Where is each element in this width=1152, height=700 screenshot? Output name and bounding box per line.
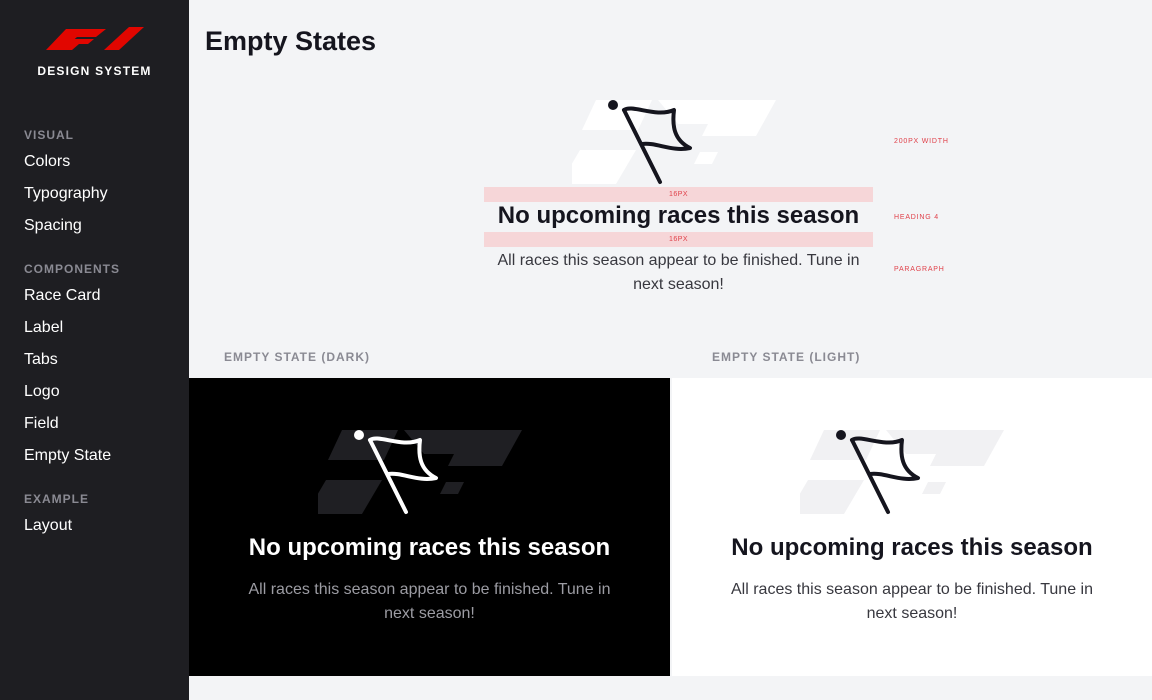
annotation-width: 200PX WIDTH xyxy=(894,138,949,145)
nav-item-spacing[interactable]: Spacing xyxy=(24,216,82,236)
spacing-indicator-bottom: 16PX xyxy=(484,232,873,247)
empty-state-paragraph: All races this season appear to be finis… xyxy=(731,581,1093,622)
spec-heading: No upcoming races this season xyxy=(497,202,860,229)
main-content: Empty States 16PX No upcoming races this… xyxy=(189,0,1152,700)
empty-state-dark: No upcoming races this season All races … xyxy=(189,378,670,676)
section-label-dark: EMPTY STATE (DARK) xyxy=(224,350,370,364)
spacing-indicator-top: 16PX xyxy=(484,187,873,202)
nav-item-race-card[interactable]: Race Card xyxy=(24,286,100,306)
f1-logo[interactable] xyxy=(44,24,146,52)
annotation-paragraph: PARAGRAPH xyxy=(894,266,945,273)
nav-item-colors[interactable]: Colors xyxy=(24,152,70,172)
nav-item-field[interactable]: Field xyxy=(24,414,59,434)
annotation-heading: HEADING 4 xyxy=(894,214,939,221)
nav-item-label[interactable]: Label xyxy=(24,318,63,338)
page-title: Empty States xyxy=(205,26,377,56)
brand: DESIGN SYSTEM xyxy=(0,24,189,78)
empty-state-light: No upcoming races this season All races … xyxy=(672,378,1152,676)
nav-item-typography[interactable]: Typography xyxy=(24,184,108,204)
empty-state-heading: No upcoming races this season xyxy=(731,534,1093,561)
sidebar: DESIGN SYSTEM VISUAL Colors Typography S… xyxy=(0,0,189,700)
empty-state-heading: No upcoming races this season xyxy=(248,534,611,561)
flag-icon xyxy=(572,100,776,184)
nav-section-visual: VISUAL xyxy=(24,128,75,142)
brand-tagline: DESIGN SYSTEM xyxy=(37,64,152,78)
flag-icon xyxy=(800,430,1004,514)
empty-state-paragraph: All races this season appear to be finis… xyxy=(248,581,611,622)
nav-item-logo[interactable]: Logo xyxy=(24,382,60,402)
section-label-light: EMPTY STATE (LIGHT) xyxy=(712,350,861,364)
nav-item-layout[interactable]: Layout xyxy=(24,516,72,536)
nav-section-components: COMPONENTS xyxy=(24,262,121,276)
spec-paragraph: All races this season appear to be finis… xyxy=(497,252,860,293)
flag-icon xyxy=(318,430,522,514)
nav-item-empty-state[interactable]: Empty State xyxy=(24,446,111,466)
nav-section-example: EXAMPLE xyxy=(24,492,90,506)
nav-item-tabs[interactable]: Tabs xyxy=(24,350,58,370)
